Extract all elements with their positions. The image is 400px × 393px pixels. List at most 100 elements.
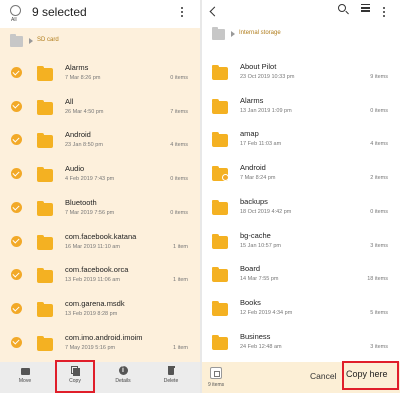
folder-count: 2 items <box>370 175 388 182</box>
checked-checkbox-icon[interactable] <box>11 336 22 348</box>
item-date: 7 Mar 2019 7:56 pm <box>65 209 115 216</box>
item-count: 1 item <box>173 344 188 351</box>
source-panel: All 9 selected SD card Alarms 7 Mar 8:26 … <box>0 0 200 393</box>
copy-highlight-box <box>55 360 95 393</box>
folder-count: 3 items <box>370 343 388 350</box>
checked-checkbox-icon[interactable] <box>11 67 22 78</box>
folder-row[interactable]: backups 18 Oct 2019 4:42 pm 0 items <box>202 193 400 224</box>
folder-row[interactable]: Board 14 Mar 7:55 pm 18 items <box>202 260 400 291</box>
folder-count: 0 items <box>370 208 388 215</box>
trash-icon <box>167 366 176 375</box>
home-icon[interactable] <box>10 34 23 47</box>
folder-name: bg-cache <box>240 230 271 240</box>
bottom-action-bar: Move Copy i Details Delete <box>0 362 200 393</box>
item-count: 4 items <box>170 142 188 149</box>
folder-date: 12 Feb 2019 4:34 pm <box>240 309 293 316</box>
checked-checkbox-icon[interactable] <box>11 134 22 146</box>
list-item[interactable]: Alarms 7 Mar 8:26 pm 0 items <box>0 58 200 89</box>
checked-checkbox-icon[interactable] <box>11 269 22 281</box>
select-all-checkbox[interactable] <box>10 5 21 16</box>
folder-name: Books <box>240 297 261 307</box>
list-item[interactable]: Bluetooth 7 Mar 2019 7:56 pm 0 items <box>0 193 200 224</box>
item-name: Android <box>65 130 91 140</box>
folder-icon <box>37 301 53 317</box>
folder-name: Business <box>240 331 271 341</box>
breadcrumb-sd-card[interactable]: SD card <box>37 37 59 43</box>
item-name: com.imo.android.imoim <box>65 332 143 342</box>
item-count: 0 items <box>170 209 188 216</box>
folder-name: amap <box>240 129 259 139</box>
item-name: Alarms <box>65 63 89 72</box>
folder-icon <box>37 133 53 149</box>
folder-row[interactable]: Android 7 Mar 8:24 pm 2 items <box>202 159 400 190</box>
checked-checkbox-icon[interactable] <box>11 100 22 112</box>
item-name: All <box>65 96 74 106</box>
copy-here-highlight-box <box>342 361 399 390</box>
selection-count-title: 9 selected <box>32 5 87 19</box>
checked-checkbox-icon[interactable] <box>11 201 22 213</box>
item-date: 13 Feb 2019 11:06 am <box>65 277 120 284</box>
folder-row[interactable]: Books 12 Feb 2019 4:34 pm 5 items <box>202 294 400 325</box>
folder-date: 18 Oct 2019 4:42 pm <box>240 208 292 215</box>
item-date: 7 Mar 8:26 pm <box>65 75 101 81</box>
item-count: 7 items <box>170 108 188 115</box>
folder-row[interactable]: amap 17 Feb 11:03 am 4 items <box>202 125 400 156</box>
folder-date: 17 Feb 11:03 am <box>240 141 282 148</box>
list-item[interactable]: com.imo.android.imoim 7 May 2019 5:16 pm 1… <box>0 328 200 359</box>
more-options-icon[interactable] <box>382 7 386 19</box>
item-count: 0 items <box>170 75 188 81</box>
folder-count: 4 items <box>370 141 388 148</box>
item-name: com.facebook.katana <box>65 231 137 241</box>
folder-row[interactable]: bg-cache 15 Jan 10:57 pm 3 items <box>202 227 400 258</box>
folder-icon <box>212 132 228 148</box>
folder-icon <box>212 233 228 249</box>
clipboard-preview-icon[interactable] <box>210 367 222 379</box>
checked-checkbox-icon[interactable] <box>11 168 22 180</box>
item-count: 0 items <box>170 176 188 183</box>
list-item[interactable]: Android 23 Jan 8:50 pm 4 items <box>0 125 200 156</box>
item-name: Bluetooth <box>65 197 97 207</box>
chevron-right-icon <box>231 31 235 37</box>
list-item[interactable]: Audio 4 Feb 2019 7:43 pm 0 items <box>0 159 200 190</box>
folder-date: 24 Feb 12:48 am <box>240 343 282 350</box>
search-icon[interactable] <box>338 4 346 12</box>
folder-count: 9 items <box>370 74 388 80</box>
folder-count: 0 items <box>370 107 388 114</box>
home-icon[interactable] <box>212 27 225 40</box>
list-item[interactable]: com.facebook.katana 16 Mar 2019 11:10 am 1… <box>0 227 200 258</box>
selection-header: All 9 selected <box>0 0 200 28</box>
more-options-icon[interactable] <box>180 7 184 19</box>
list-item[interactable]: All 26 Mar 4:50 pm 7 items <box>0 92 200 123</box>
folder-name: About Pilot <box>240 62 277 71</box>
back-arrow-icon[interactable] <box>209 6 220 17</box>
checked-checkbox-icon[interactable] <box>11 302 22 314</box>
item-name: com.garena.msdk <box>65 298 125 308</box>
folder-icon <box>212 334 228 350</box>
folder-icon <box>212 98 228 114</box>
breadcrumb-internal-storage[interactable]: Internal storage <box>239 30 281 36</box>
clipboard-item-count: 9 items <box>208 382 225 388</box>
cancel-button[interactable]: Cancel <box>310 371 336 381</box>
folder-row[interactable]: Business 24 Feb 12:48 am 3 items <box>202 328 400 359</box>
sync-badge-icon <box>222 174 229 182</box>
folder-icon <box>212 199 228 215</box>
list-view-icon[interactable] <box>361 4 370 12</box>
item-date: 23 Jan 8:50 pm <box>65 142 103 149</box>
list-item[interactable]: com.garena.msdk 13 Feb 2019 8:28 pm <box>0 294 200 325</box>
folder-icon <box>37 200 53 216</box>
details-button[interactable]: i Details <box>103 366 143 390</box>
info-icon: i <box>118 366 128 375</box>
item-date: 7 May 2019 5:16 pm <box>65 344 116 351</box>
folder-name: Alarms <box>240 95 264 105</box>
folder-row[interactable]: About Pilot 23 Oct 2019 10:33 pm 9 items <box>202 58 400 89</box>
folder-icon <box>37 234 53 250</box>
checked-checkbox-icon[interactable] <box>11 235 22 247</box>
chevron-right-icon <box>29 38 33 44</box>
breadcrumb: SD card <box>0 28 200 56</box>
folder-icon <box>37 66 53 81</box>
move-button[interactable]: Move <box>5 366 45 390</box>
delete-button[interactable]: Delete <box>151 366 191 390</box>
folder-icon <box>37 167 53 183</box>
list-item[interactable]: com.facebook.orca 13 Feb 2019 11:06 am 1 i… <box>0 260 200 291</box>
folder-row[interactable]: Alarms 13 Jan 2019 1:09 pm 0 items <box>202 92 400 123</box>
